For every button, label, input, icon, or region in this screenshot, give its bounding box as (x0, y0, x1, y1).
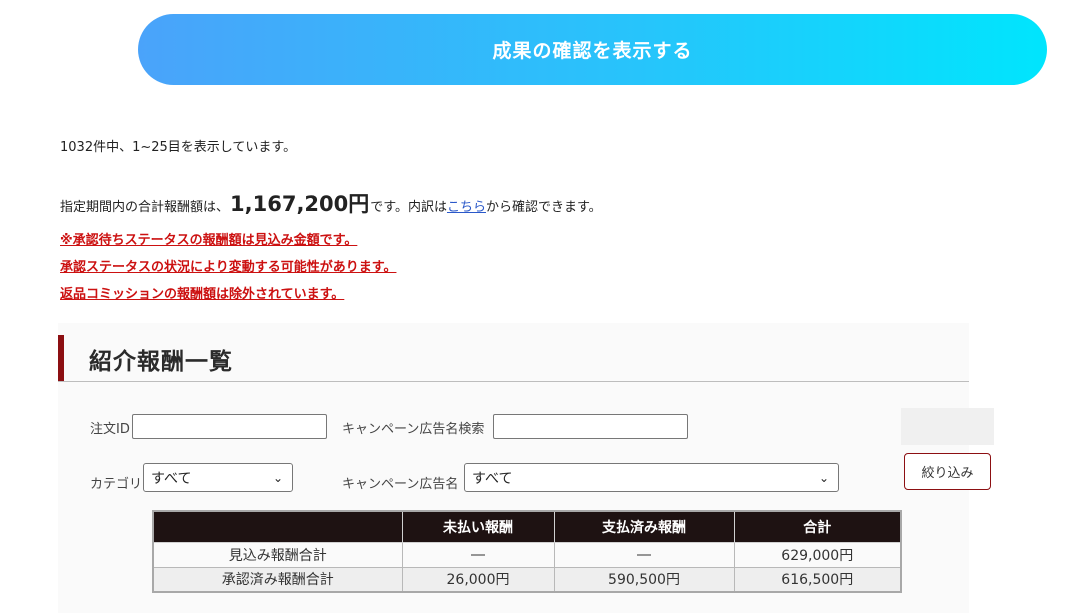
notice-pending-estimate: ※承認待ちステータスの報酬額は見込み金額です。 (60, 233, 358, 248)
table-cell: 629,000円 (733, 541, 902, 568)
chevron-down-icon: ⌄ (818, 471, 829, 485)
total-amount: 1,167,200円 (230, 192, 370, 216)
table-cell: ― (401, 541, 555, 568)
table-cell: ― (553, 541, 735, 568)
section-title: 紹介報酬一覧 (89, 349, 233, 375)
section-accent-bar (58, 335, 64, 381)
filter-spacer-box (901, 408, 994, 445)
table-header-cell: 未払い報酬 (401, 510, 555, 543)
table-header-row: 未払い報酬 支払済み報酬 合計 (152, 510, 902, 543)
notice-status-change: 承認ステータスの状況により変動する可能性があります。 (60, 260, 397, 275)
category-selected-value: すべて (151, 470, 192, 487)
campaign-search-label: キャンペーン広告名検索 (342, 422, 485, 437)
category-label: カテゴリ (90, 477, 143, 492)
order-id-label: 注文ID (90, 422, 130, 437)
order-id-input[interactable] (132, 414, 327, 439)
campaign-select[interactable]: すべて ⌄ (464, 463, 839, 492)
notice-return-excluded: 返品コミッションの報酬額は除外されています。 (60, 287, 345, 302)
table-cell: 616,500円 (733, 566, 902, 593)
reward-summary-table: 未払い報酬 支払済み報酬 合計 見込み報酬合計 ― ― 629,000円 承認済… (152, 510, 902, 593)
show-results-button[interactable]: 成果の確認を表示する (138, 14, 1047, 85)
total-prefix: 指定期間内の合計報酬額は、 (60, 200, 230, 215)
chevron-down-icon: ⌄ (272, 471, 283, 485)
results-count-text: 1032件中、1~25目を表示しています。 (60, 140, 297, 155)
table-header-cell (152, 510, 403, 543)
table-cell: 見込み報酬合計 (152, 541, 403, 568)
total-reward-line: 指定期間内の合計報酬額は、 1,167,200円 です。内訳は こちら から確認… (60, 188, 602, 218)
filter-button[interactable]: 絞り込み (904, 453, 991, 490)
table-cell: 26,000円 (401, 566, 555, 593)
campaign-selected-value: すべて (472, 470, 513, 487)
section-header: 紹介報酬一覧 (58, 335, 969, 382)
breakdown-link[interactable]: こちら (447, 196, 486, 215)
table-header-cell: 支払済み報酬 (553, 510, 735, 543)
table-header-cell: 合計 (733, 510, 902, 543)
table-cell: 590,500円 (553, 566, 735, 593)
campaign-search-input[interactable] (493, 414, 688, 439)
category-select[interactable]: すべて ⌄ (143, 463, 293, 492)
table-row: 承認済み報酬合計 26,000円 590,500円 616,500円 (152, 566, 902, 593)
total-suffix: から確認できます。 (485, 200, 602, 215)
campaign-label: キャンペーン広告名 (342, 477, 459, 492)
table-row: 見込み報酬合計 ― ― 629,000円 (152, 541, 902, 568)
table-cell: 承認済み報酬合計 (152, 566, 403, 593)
total-middle: です。内訳は (370, 200, 447, 215)
